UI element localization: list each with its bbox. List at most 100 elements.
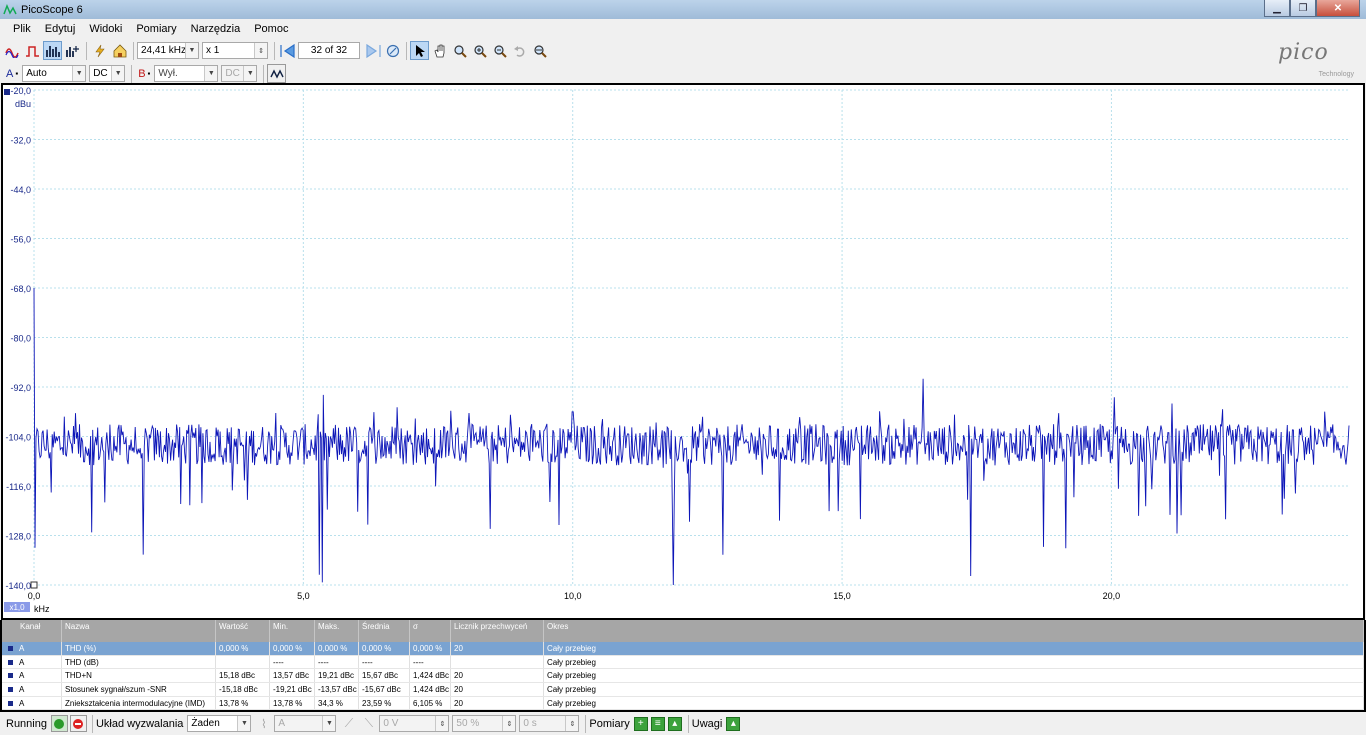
table-row[interactable]: A THD (%) 0,000 % 0,000 % 0,000 % 0,000 % 0,00… [2,642,1364,656]
table-row[interactable]: A THD+N 15,18 dBc 13,57 dBc 19,21 dBc 15,67 d… [2,669,1364,684]
trigger-label: Układ wyzwalania [95,717,184,730]
zoom-region-icon[interactable] [450,41,469,60]
zoom-multiplier-stepper[interactable]: x 1 ⇕ [202,42,268,59]
y-tick-label: -104,0 [5,433,31,443]
column-header[interactable]: Licznik przechwyceń [451,620,544,642]
toolbar-separator [131,64,133,83]
add-spectrum-view-icon[interactable] [63,41,82,60]
column-header[interactable]: Kanał [2,620,62,642]
table-cell: Cały przebieg [544,669,1364,683]
channel-a-label[interactable]: A [6,68,13,80]
buffer-overview-icon[interactable] [383,41,402,60]
menu-plik[interactable]: Plik [6,23,38,35]
previous-buffer-icon[interactable] [278,41,297,60]
menu-edytuj[interactable]: Edytuj [38,23,83,35]
table-row[interactable]: A THD (dB) ---- ---- ---- ---- Cały przebieg [2,655,1364,670]
auto-setup-icon[interactable] [90,41,109,60]
persistence-mode-icon[interactable] [23,41,42,60]
table-row[interactable]: A Stosunek sygnał/szum -SNR -15,18 dBc -19,… [2,683,1364,697]
maximize-button[interactable]: ❐ [1290,0,1316,17]
table-cell: Zniekształcenia intermodulacyjne (IMD) [62,696,216,710]
column-header[interactable]: Okres [544,620,1364,642]
table-cell: Cały przebieg [544,683,1364,696]
toolbar-separator [91,714,93,733]
add-measurement-icon[interactable]: + [633,716,648,731]
falling-edge-icon: ⟍ [364,716,374,730]
minimize-button[interactable]: ▁ [1264,0,1290,17]
stop-capture-icon[interactable] [69,715,87,732]
trigger-threshold-value: 0 V [383,718,399,729]
scope-mode-icon[interactable] [3,41,22,60]
pre-trigger-value: 50 % [456,718,480,729]
x-tick-label: 5,0 [297,591,310,601]
show-notes-icon[interactable]: ▴ [726,716,741,731]
table-cell [216,655,270,669]
menu-pomoc[interactable]: Pomoc [247,23,295,35]
select-pointer-icon[interactable] [410,41,429,60]
y-tick-label: -80,0 [10,334,31,344]
channel-a-probe-icon[interactable]: ▪ [15,69,18,78]
zoom-in-icon[interactable] [470,41,489,60]
table-cell: 15,18 dBc [216,669,270,683]
hand-pan-icon[interactable] [430,41,449,60]
buffer-navigator-field[interactable]: 32 of 32 [298,42,360,59]
main-toolbar: 24,41 kHz ▼ x 1 ⇕ 32 of 32 [0,39,1366,62]
menu-widoki[interactable]: Widoki [82,23,129,35]
channel-a-marker [4,89,10,95]
stepper-arrows-icon: ⇕ [565,716,579,731]
y-tick-label: -68,0 [10,284,31,294]
menu-pomiary[interactable]: Pomiary [129,23,183,35]
table-cell: 34,3 % [315,696,359,710]
channel-b-label[interactable]: B [138,68,145,80]
window-title: PicoScope 6 [21,3,83,16]
close-button[interactable]: ✕ [1316,0,1360,17]
column-header[interactable]: Średnia [359,620,410,642]
delete-measurement-icon[interactable]: ▴ [667,716,682,731]
trigger-mode-value: Żaden [191,718,220,729]
table-header: Kanał Nazwa Wartość Min. Maks. Średnia σ Liczni… [2,620,1364,642]
measurements-label: Pomiary [589,717,630,730]
stepper-arrows-icon: ⇕ [435,716,449,731]
toolbar-separator [263,64,265,83]
table-cell: 0,000 % [410,642,451,655]
start-capture-icon[interactable] [50,715,68,732]
table-cell: 6,105 % [410,696,451,710]
channel-b-range-select[interactable]: Wył. ▼ [154,65,219,82]
table-cell: 19,21 dBc [315,669,359,683]
toolbar-separator [585,714,587,733]
zoom-out-icon[interactable] [490,41,509,60]
table-row[interactable]: A Zniekształcenia intermodulacyjne (IMD) 1… [2,696,1364,711]
y-tick-label: -56,0 [10,235,31,245]
undo-zoom-icon[interactable] [510,41,529,60]
menu-narzedzia[interactable]: Narzędzia [184,23,248,35]
spectrum-mode-icon[interactable] [43,41,62,60]
channel-a-range-select[interactable]: Auto ▼ [22,65,87,82]
channel-options-icon[interactable] [267,64,287,83]
chevron-down-icon: ▼ [237,716,251,731]
x-tick-label: 15,0 [833,591,851,601]
pico-logo-text: pico [1278,40,1329,65]
column-header[interactable]: Wartość [216,620,270,642]
column-header[interactable]: σ [410,620,451,642]
toolbar-separator [86,41,87,60]
frequency-range-select[interactable]: 24,41 kHz ▼ [137,42,199,59]
column-header[interactable]: Maks. [315,620,359,642]
trigger-mode-select[interactable]: Żaden ▼ [187,715,252,732]
table-cell: ---- [270,655,315,669]
trigger-channel-select: A ▼ [274,715,337,732]
table-cell-channel: A [2,655,62,669]
y-unit-label: dBu [15,99,31,109]
column-header[interactable]: Nazwa [62,620,216,642]
channel-b-probe-icon[interactable]: ▪ [148,69,151,78]
default-setup-home-icon[interactable] [110,41,129,60]
post-trigger-delay-value: 0 s [523,718,537,729]
next-buffer-icon[interactable] [363,41,382,60]
channel-a-coupling-select[interactable]: DC ▼ [89,65,126,82]
edit-measurement-icon[interactable]: ≡ [650,716,665,731]
table-cell: 23,59 % [359,696,410,710]
spectrum-plot[interactable]: -20,0 -32,0 -44,0 -56,0 -68,0 -80,0 -92,0 -104,… [3,85,1363,618]
spectrum-view[interactable]: -20,0 -32,0 -44,0 -56,0 -68,0 -80,0 -92,0 -104,… [1,83,1365,620]
column-header[interactable]: Min. [270,620,315,642]
zoom-overview-icon[interactable] [530,41,549,60]
channel-b-coupling-select: DC ▼ [221,65,258,82]
